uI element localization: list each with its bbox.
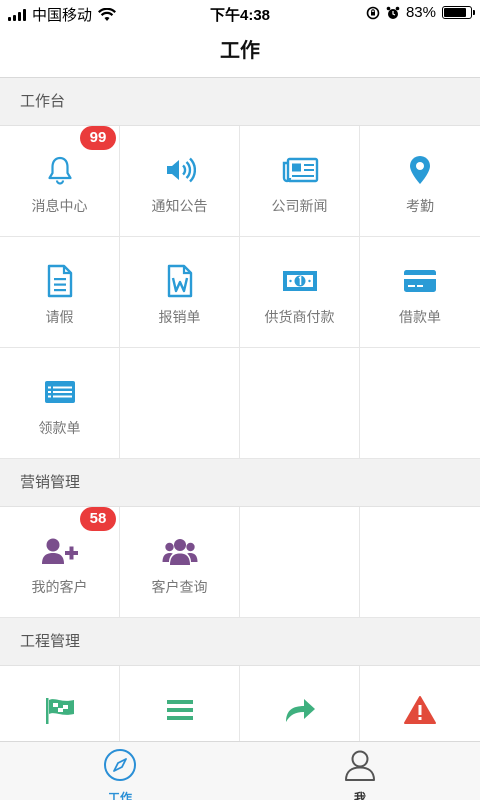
user-group-icon [162,535,198,567]
tab-label: 我 [353,791,366,800]
empty-cell [240,507,360,618]
main-content: 工作台 消息中心 99 通知公告 公司新闻 考勤 请假 报销单 供货商付款 借款单 领款单 营销管理我… [0,78,480,741]
empty-cell [360,348,480,459]
grid-item[interactable]: 消息中心 99 [0,126,120,237]
grid-item[interactable]: 通知公告 [120,126,240,237]
warning-icon [403,694,437,726]
share-arrow-icon [283,694,317,726]
section-grid [0,666,480,741]
grid-item-label: 报销单 [158,309,201,325]
empty-cell [240,348,360,459]
grid-item[interactable]: 我的客户 58 [0,507,120,618]
speaker-icon [164,154,196,186]
grid-item[interactable]: 借款单 [360,237,480,348]
document-icon [46,264,74,298]
compass-icon [103,748,137,787]
grid-item-label: 通知公告 [151,198,208,214]
list-card-icon [43,376,77,408]
grid-item[interactable]: 客户查询 [120,507,240,618]
section-header: 工程管理 [0,618,480,666]
grid-item-label: 我的客户 [31,579,88,595]
section-grid: 消息中心 99 通知公告 公司新闻 考勤请假 报销单 供货商付款 借款单领款单 [0,126,480,459]
alarm-icon [386,6,400,19]
person-icon [343,748,377,787]
battery-percent: 83% [405,4,436,21]
notification-badge: 58 [80,507,116,531]
empty-cell [360,507,480,618]
grid-item-label: 请假 [45,309,74,325]
grid-item-label: 借款单 [399,309,441,325]
grid-item[interactable]: 考勤 [360,126,480,237]
notification-badge: 99 [80,126,116,150]
grid-item[interactable]: 公司新闻 [240,126,360,237]
section-header: 营销管理 [0,459,480,507]
bell-icon [44,154,76,186]
grid-item-label: 客户查询 [151,579,208,595]
section-header: 工作台 [0,78,480,126]
status-bar: 中国移动 下午4:38 83% [0,0,480,26]
battery-icon [442,6,475,19]
newspaper-icon [281,154,319,186]
grid-item[interactable] [120,666,240,741]
grid-item[interactable]: 领款单 [0,348,120,459]
grid-item-label: 消息中心 [31,198,88,214]
tab-item[interactable]: 工作 [0,742,240,800]
word-document-icon [166,264,194,298]
credit-card-icon [402,265,438,297]
flag-icon [43,694,77,726]
rotation-lock-icon [366,6,380,19]
tab-item[interactable]: 我 [240,742,480,800]
status-right: 83% [366,4,475,21]
menu-lines-icon [165,694,195,726]
map-pin-icon [408,154,432,186]
tab-label: 工作 [107,791,132,800]
section-grid: 我的客户 58 客户查询 [0,507,480,618]
grid-item[interactable] [360,666,480,741]
tab-bar: 工作 我 [0,741,480,800]
add-user-icon [41,535,79,567]
grid-item-label: 供货商付款 [264,309,335,325]
grid-item[interactable] [240,666,360,741]
grid-item[interactable]: 报销单 [120,237,240,348]
grid-item[interactable]: 请假 [0,237,120,348]
grid-item-label: 公司新闻 [271,198,328,214]
grid-item[interactable]: 供货商付款 [240,237,360,348]
empty-cell [120,348,240,459]
banknote-icon [281,265,319,297]
grid-item-label: 考勤 [406,198,434,214]
page-title: 工作 [0,26,480,78]
grid-item[interactable] [0,666,120,741]
grid-item-label: 领款单 [38,420,81,436]
